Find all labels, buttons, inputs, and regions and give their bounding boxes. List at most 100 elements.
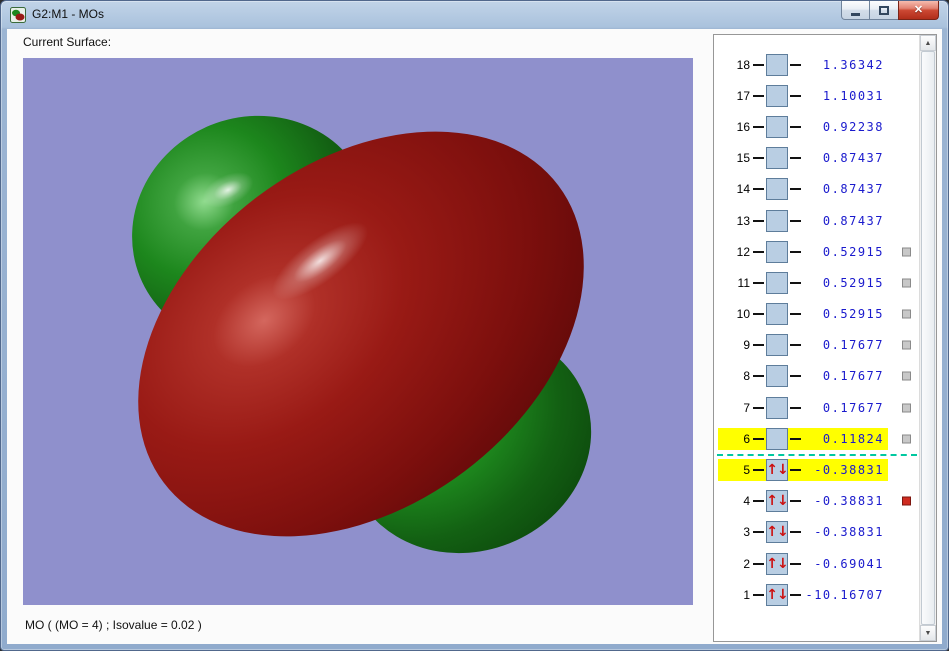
close-button[interactable]: ✕ xyxy=(898,1,939,20)
scrollbar-thumb[interactable] xyxy=(921,51,935,625)
mo-row-main: 12 0.52915 xyxy=(718,240,888,263)
mo-level-line xyxy=(790,188,801,191)
mo-virtual-box[interactable] xyxy=(766,427,788,450)
mo-row-main: 2 ↑ ↓ -0.69041 xyxy=(718,552,888,575)
mo-indicator-gray[interactable] xyxy=(902,340,911,350)
mo-number: 3 xyxy=(743,525,750,540)
mo-occupied-box[interactable]: ↑ ↓ xyxy=(766,583,789,606)
mo-row-main: 1 ↑ ↓ -10.16707 xyxy=(718,583,888,606)
titlebar[interactable]: G2:M1 - MOs ✕ xyxy=(1,1,948,29)
mo-level-line xyxy=(753,593,764,596)
maximize-button[interactable] xyxy=(870,1,898,20)
mo-energy-value: -0.38831 xyxy=(814,525,884,540)
mo-level-line xyxy=(753,125,764,128)
mo-level-line xyxy=(753,500,764,503)
mo-occupied-box[interactable]: ↑ ↓ xyxy=(766,459,789,482)
mo-row-main: 3 ↑ ↓ -0.38831 xyxy=(718,521,888,544)
mo-viewport[interactable] xyxy=(23,58,693,605)
mo-energy-value: 1.10031 xyxy=(822,88,884,103)
mo-virtual-box[interactable] xyxy=(766,53,788,76)
mo-energy-value: 0.52915 xyxy=(822,307,884,322)
mo-virtual-box[interactable] xyxy=(766,147,788,170)
mo-number: 1 xyxy=(743,587,750,602)
mo-level-line xyxy=(790,125,801,128)
homo-lumo-divider xyxy=(717,454,917,456)
maximize-icon xyxy=(879,5,889,15)
mo-row-main: 18 1.36342 xyxy=(718,53,888,76)
scroll-up-button[interactable]: ▲ xyxy=(920,35,936,51)
mo-virtual-box[interactable] xyxy=(766,240,788,263)
mo-indicator-gray[interactable] xyxy=(902,403,911,413)
mo-virtual-box[interactable] xyxy=(766,365,788,388)
mo-virtual-box[interactable] xyxy=(766,115,788,138)
window-title: G2:M1 - MOs xyxy=(32,7,105,21)
mo-row-selection-highlight: 6 0.11824 xyxy=(718,427,888,450)
mo-level-line xyxy=(753,437,764,440)
mo-virtual-box[interactable] xyxy=(766,178,788,201)
mo-row-main: 8 0.17677 xyxy=(718,365,888,388)
mo-virtual-box[interactable] xyxy=(766,303,788,326)
mo-level-line xyxy=(790,562,801,565)
mo-indicator-gray[interactable] xyxy=(902,309,911,319)
mo-energy-value: 1.36342 xyxy=(822,57,884,72)
mo-level-line xyxy=(753,63,764,66)
mo-row-main: 17 1.10031 xyxy=(718,84,888,107)
mo-row-main: 16 0.92238 xyxy=(718,115,888,138)
mo-level-line xyxy=(753,344,764,347)
mo-surface-render xyxy=(23,58,693,605)
mo-number: 4 xyxy=(743,494,750,509)
mo-row: 8 0.17677 xyxy=(714,361,919,392)
mo-indicator-gray[interactable] xyxy=(902,371,911,381)
spin-down-arrow-icon: ↓ xyxy=(777,524,789,541)
mo-energy-value: 0.17677 xyxy=(822,338,884,353)
mo-occupied-box[interactable]: ↑ ↓ xyxy=(766,521,789,544)
mo-indicator-gray[interactable] xyxy=(902,247,911,257)
mo-level-line xyxy=(753,188,764,191)
spin-up-arrow-icon: ↑ xyxy=(766,586,778,603)
mo-indicator-red[interactable] xyxy=(902,496,911,506)
scroll-down-button[interactable]: ▼ xyxy=(920,625,936,641)
mo-level-line xyxy=(753,562,764,565)
mo-virtual-box[interactable] xyxy=(766,209,788,232)
mo-list: 18 1.36342 17 1.10031 16 0.92238 15 0.87437 14 0.… xyxy=(714,35,919,641)
mo-level-line xyxy=(790,469,801,472)
mo-row-main: 10 0.52915 xyxy=(718,303,888,326)
mo-energy-value: 0.87437 xyxy=(822,213,884,228)
mo-number: 14 xyxy=(736,182,750,197)
mo-level-line xyxy=(790,500,801,503)
mo-row: 5 ↑ ↓ -0.38831 xyxy=(714,454,919,485)
mo-level-line xyxy=(753,469,764,472)
mo-energy-value: -0.38831 xyxy=(814,463,884,478)
close-icon: ✕ xyxy=(913,3,924,16)
mo-number: 5 xyxy=(743,463,750,478)
mo-energy-value: 0.52915 xyxy=(822,275,884,290)
mo-level-line xyxy=(790,94,801,97)
mo-level-line xyxy=(790,63,801,66)
mo-row: 9 0.17677 xyxy=(714,330,919,361)
down-arrow-icon: ▼ xyxy=(924,629,932,637)
mo-row: 14 0.87437 xyxy=(714,174,919,205)
minimize-button[interactable] xyxy=(841,1,870,20)
mo-virtual-box[interactable] xyxy=(766,84,788,107)
mo-number: 11 xyxy=(737,275,750,290)
mo-level-line xyxy=(790,344,801,347)
mo-level-line xyxy=(790,375,801,378)
mo-list-scrollbar[interactable]: ▲ ▼ xyxy=(919,35,936,641)
mo-level-line xyxy=(753,219,764,222)
mo-indicator-gray[interactable] xyxy=(902,278,911,288)
mo-virtual-box[interactable] xyxy=(766,334,788,357)
mo-energy-value: 0.87437 xyxy=(822,151,884,166)
spin-down-arrow-icon: ↓ xyxy=(777,586,789,603)
mo-occupied-box[interactable]: ↑ ↓ xyxy=(766,490,789,513)
mo-row: 13 0.87437 xyxy=(714,205,919,236)
current-surface-label: Current Surface: xyxy=(23,35,112,49)
mo-row-main: 14 0.87437 xyxy=(718,178,888,201)
mo-row-main: 7 0.17677 xyxy=(718,396,888,419)
mo-indicator-gray[interactable] xyxy=(902,434,911,444)
mo-number: 9 xyxy=(743,338,750,353)
mo-virtual-box[interactable] xyxy=(766,396,788,419)
mo-level-line xyxy=(753,406,764,409)
mo-occupied-box[interactable]: ↑ ↓ xyxy=(766,552,789,575)
mo-virtual-box[interactable] xyxy=(766,271,788,294)
mo-row: 1 ↑ ↓ -10.16707 xyxy=(714,579,919,610)
